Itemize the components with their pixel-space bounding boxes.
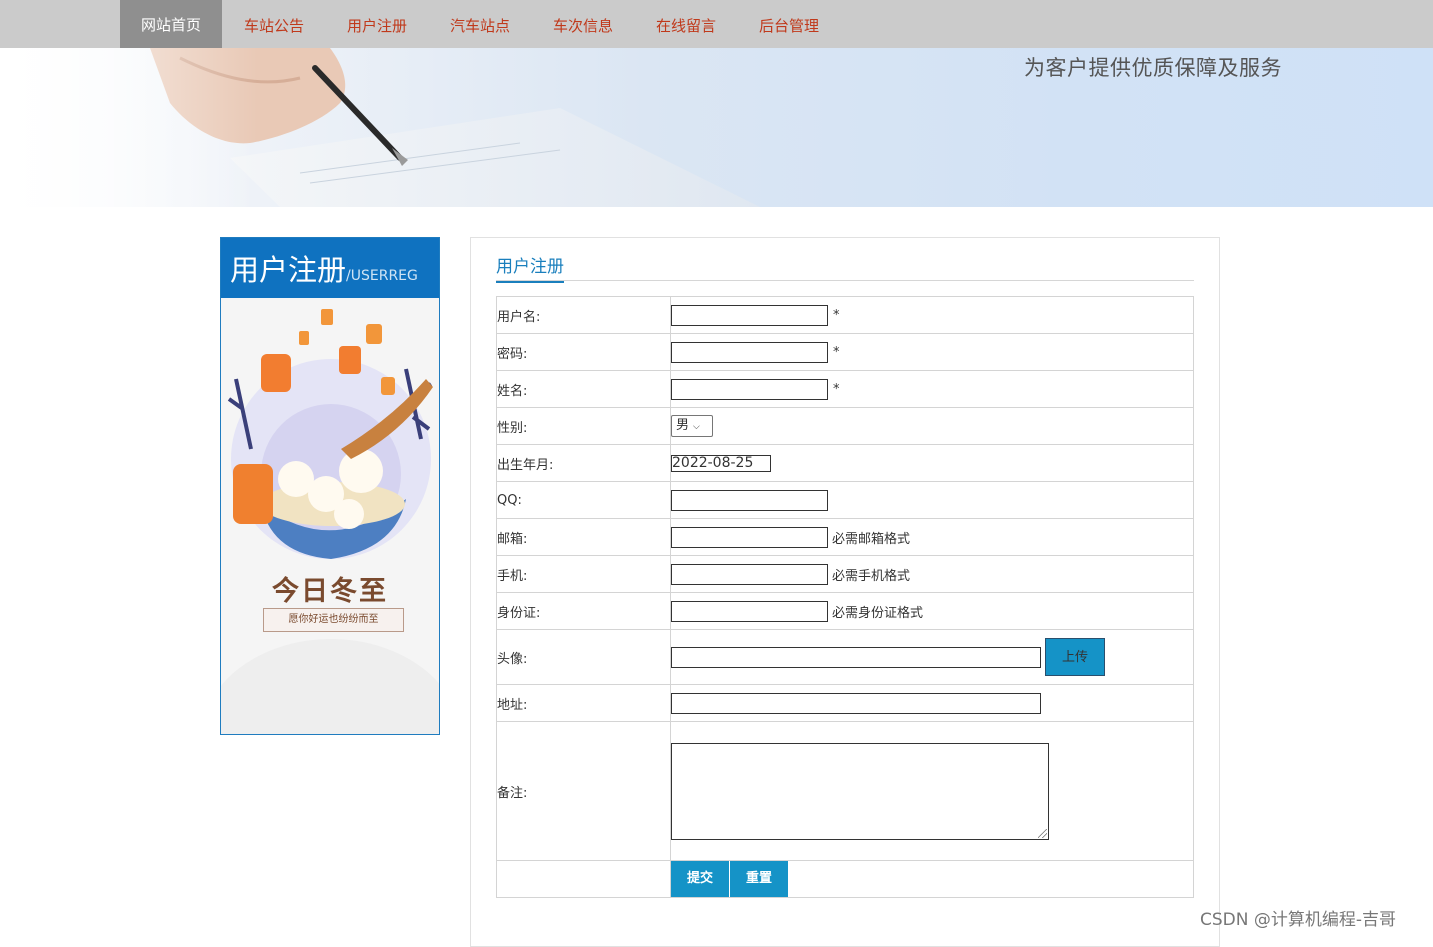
title-divider	[496, 280, 1194, 281]
nav-admin[interactable]: 后台管理	[747, 0, 831, 48]
row-address: 地址:	[496, 684, 1194, 722]
row-avatar: 头像: 上传	[496, 629, 1194, 685]
phone-label: 手机:	[496, 555, 671, 593]
actions-spacer	[496, 860, 671, 898]
address-input[interactable]	[671, 692, 1041, 714]
winter-solstice-poster	[221, 299, 439, 734]
sidebar-subtitle: /USERREG	[346, 268, 418, 284]
idcard-label: 身份证:	[496, 592, 671, 630]
resize-grip-icon[interactable]	[1038, 828, 1047, 838]
phone-input[interactable]	[671, 563, 828, 585]
birthday-input[interactable]: 2022-08-25	[671, 454, 771, 472]
birthday-label: 出生年月:	[496, 444, 671, 482]
upload-button[interactable]: 上传	[1045, 638, 1105, 676]
password-input[interactable]	[671, 341, 828, 363]
qq-input[interactable]	[671, 489, 828, 511]
remark-label: 备注:	[496, 721, 671, 861]
idcard-input[interactable]	[671, 600, 828, 622]
address-label: 地址:	[496, 684, 671, 722]
nav-stations[interactable]: 汽车站点	[438, 0, 522, 48]
submit-button[interactable]: 提交	[671, 861, 729, 897]
realname-input[interactable]	[671, 378, 828, 400]
realname-required-mark: *	[833, 381, 840, 397]
nav-home[interactable]: 网站首页	[120, 0, 222, 50]
poster-caption: 愿你好运也纷纷而至	[263, 608, 404, 632]
row-username: 用户名: *	[496, 296, 1194, 334]
avatar-input[interactable]	[671, 646, 1041, 668]
form-title: 用户注册	[496, 252, 564, 283]
poster-title: 今日冬至	[272, 576, 388, 607]
banner-slogan: 为客户提供优质保障及服务	[1024, 56, 1282, 80]
gender-select[interactable]: 男 ⌵	[671, 415, 713, 437]
registration-panel: 用户注册 用户名: * 密码: * 姓名: * 性别: 男 ⌵ 出生年月: 202…	[470, 237, 1220, 947]
row-birthday: 出生年月: 2022-08-25	[496, 444, 1194, 482]
remark-textarea[interactable]	[671, 742, 1049, 840]
top-nav: 网站首页 车站公告 用户注册 汽车站点 车次信息 在线留言 后台管理	[0, 0, 1433, 50]
nav-announcements[interactable]: 车站公告	[232, 0, 316, 48]
row-password: 密码: *	[496, 333, 1194, 371]
username-required-mark: *	[833, 307, 840, 323]
registration-form: 用户名: * 密码: * 姓名: * 性别: 男 ⌵ 出生年月: 2022-08-…	[496, 296, 1194, 898]
row-realname: 姓名: *	[496, 370, 1194, 408]
row-qq: QQ:	[496, 481, 1194, 519]
phone-hint: 必需手机格式	[832, 568, 911, 584]
row-remark: 备注:	[496, 721, 1194, 861]
watermark: CSDN @计算机编程-吉哥	[1200, 910, 1397, 930]
row-phone: 手机: 必需手机格式	[496, 555, 1194, 593]
nav-messages[interactable]: 在线留言	[644, 0, 728, 48]
row-actions: 提交 重置	[496, 860, 1194, 898]
gender-label: 性别:	[496, 407, 671, 445]
email-label: 邮箱:	[496, 518, 671, 556]
email-hint: 必需邮箱格式	[832, 531, 911, 547]
avatar-label: 头像:	[496, 629, 671, 685]
username-input[interactable]	[671, 304, 828, 326]
row-idcard: 身份证: 必需身份证格式	[496, 592, 1194, 630]
sidebar-panel: 用户注册/USERREG 今日冬至 愿你好运也纷纷而至	[220, 237, 440, 735]
sidebar-title: 用户注册	[230, 253, 347, 287]
row-gender: 性别: 男 ⌵	[496, 407, 1194, 445]
idcard-hint: 必需身份证格式	[832, 605, 924, 621]
realname-label: 姓名:	[496, 370, 671, 408]
reset-button[interactable]: 重置	[730, 861, 788, 897]
password-label: 密码:	[496, 333, 671, 371]
qq-label: QQ:	[496, 481, 671, 519]
password-required-mark: *	[833, 344, 840, 360]
chevron-down-icon: ⌵	[693, 422, 700, 432]
nav-trips[interactable]: 车次信息	[541, 0, 625, 48]
nav-register[interactable]: 用户注册	[335, 0, 419, 48]
sidebar-header: 用户注册/USERREG	[221, 238, 439, 298]
gender-selected-value: 男	[676, 418, 690, 433]
username-label: 用户名:	[496, 296, 671, 334]
email-input[interactable]	[671, 526, 828, 548]
row-email: 邮箱: 必需邮箱格式	[496, 518, 1194, 556]
banner: 为客户提供优质保障及服务	[0, 48, 1433, 207]
